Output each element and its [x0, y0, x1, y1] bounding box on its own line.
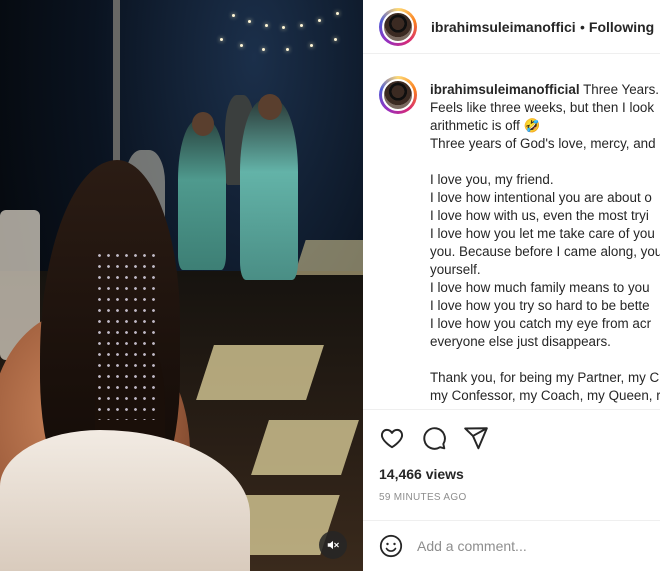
mute-toggle-button[interactable] — [319, 531, 347, 559]
post-timestamp[interactable]: 59 MINUTES AGO — [379, 492, 467, 503]
video-guest — [178, 120, 226, 270]
caption-line: Thank you, for being my Partner, my C — [430, 370, 660, 385]
caption-line: I love how you try so hard to be bette — [430, 298, 650, 313]
caption-line: I love how intentional you are about o — [430, 190, 652, 205]
floor-tile — [196, 345, 324, 400]
video-guest-head — [258, 94, 282, 120]
following-button[interactable]: Following — [589, 19, 654, 35]
caption-line: arithmetic is off 🤣 — [430, 118, 541, 133]
post-video[interactable] — [0, 0, 363, 571]
separator-dot: • — [580, 18, 585, 35]
caption-line: I love how you catch my eye from acr — [430, 316, 652, 331]
string-light — [220, 38, 223, 41]
string-light — [240, 44, 243, 47]
view-count[interactable]: 14,466 views — [379, 466, 464, 482]
string-light — [248, 20, 251, 23]
post-header: ibrahimsuleimanofficial • Following — [363, 0, 660, 54]
caption-line: everyone else just disappears. — [430, 334, 611, 349]
string-light — [265, 24, 268, 27]
video-guest-head — [192, 112, 214, 136]
string-light — [336, 12, 339, 15]
string-light — [262, 48, 265, 51]
caption-username[interactable]: ibrahimsuleimanofficial — [430, 82, 580, 97]
string-light — [282, 26, 285, 29]
string-light — [232, 14, 235, 17]
author-username[interactable]: ibrahimsuleimanofficial — [431, 19, 576, 35]
caption-line: yourself. — [430, 262, 481, 277]
string-light — [286, 48, 289, 51]
avatar-image — [382, 79, 414, 111]
caption-line: I love how much family means to you — [430, 280, 650, 295]
caption-line: I love you, my friend. — [430, 172, 554, 187]
comment-bar — [363, 520, 660, 571]
heart-icon[interactable] — [379, 425, 405, 451]
author-avatar[interactable] — [379, 7, 417, 46]
avatar-image — [382, 10, 414, 43]
video-pole — [113, 0, 120, 170]
caption-line: ibrahimsuleimanofficial Three Years. — [430, 82, 659, 97]
caption-line: I love how you let me take care of you — [430, 226, 655, 241]
caption-line: my Confessor, my Coach, my Queen, r — [430, 388, 660, 403]
share-icon[interactable] — [463, 425, 489, 451]
floor-tile — [251, 420, 359, 475]
caption-author-avatar[interactable] — [379, 76, 417, 114]
caption-line: Feels like three weeks, but then I look — [430, 100, 655, 115]
comment-icon[interactable] — [421, 425, 447, 451]
emoji-icon[interactable] — [379, 534, 403, 558]
comment-input[interactable] — [417, 538, 617, 554]
string-light — [334, 38, 337, 41]
video-guest — [240, 100, 298, 280]
floor-tile — [294, 240, 363, 275]
caption-line: I love how with us, even the most tryi — [430, 208, 649, 223]
string-light — [318, 19, 321, 22]
post-actions — [379, 425, 489, 451]
caption-section[interactable]: ibrahimsuleimanofficial Three Years. Fee… — [363, 55, 660, 410]
muted-speaker-icon — [327, 540, 339, 550]
caption-line: you. Because before I came along, you — [430, 244, 660, 259]
video-hair-accessory — [95, 250, 155, 420]
post-sidebar: ibrahimsuleimanofficial • Following ibra… — [363, 0, 660, 571]
caption-text: ibrahimsuleimanofficial Three Years. Fee… — [430, 81, 660, 405]
caption-line: Three years of God's love, mercy, and — [430, 136, 656, 151]
string-light — [300, 24, 303, 27]
string-light — [310, 44, 313, 47]
